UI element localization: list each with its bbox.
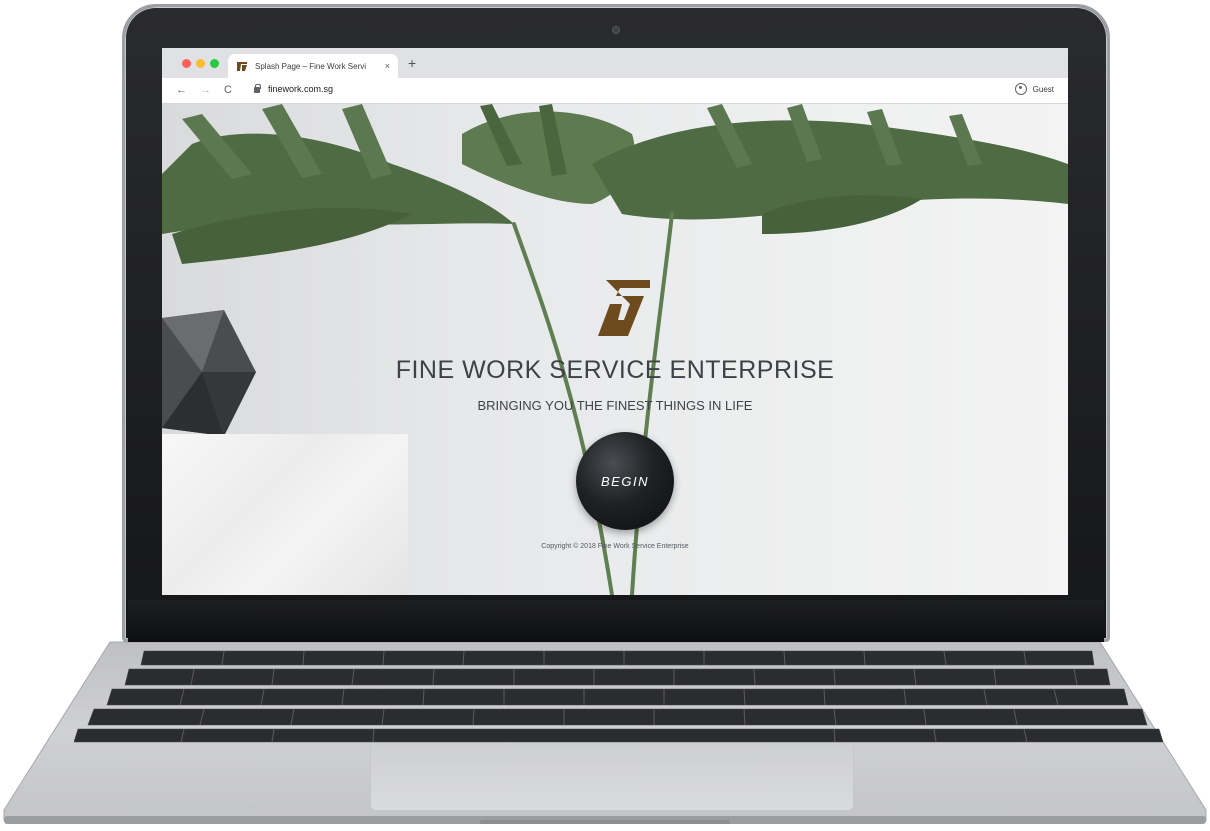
webcam [612, 26, 620, 34]
profile-label: Guest [1032, 84, 1054, 94]
laptop: Splash Page – Fine Work Servi × + ← → C … [0, 0, 1210, 831]
window-close-dot[interactable] [182, 59, 191, 68]
trackpad [370, 745, 854, 811]
guest-profile-icon [1014, 83, 1027, 95]
profile-button[interactable]: Guest [1014, 83, 1054, 95]
key-row-1 [140, 650, 1095, 666]
keyboard [74, 650, 1164, 743]
back-button[interactable]: ← [176, 83, 187, 97]
lock-icon [254, 84, 261, 93]
screen: Splash Page – Fine Work Servi × + ← → C … [162, 48, 1068, 595]
reload-button[interactable]: C [224, 83, 232, 97]
new-tab-button[interactable]: + [408, 56, 416, 70]
tab-title: Splash Page – Fine Work Servi [255, 61, 367, 71]
forward-button[interactable]: → [200, 83, 211, 97]
brand-logo [598, 280, 650, 336]
copyright-text: Copyright © 2018 Fine Work Service Enter… [541, 543, 689, 550]
page-subheadline: BRINGING YOU THE FINEST THINGS IN LIFE [477, 398, 753, 413]
window-maximize-dot[interactable] [210, 59, 219, 68]
browser-tab[interactable]: Splash Page – Fine Work Servi × [228, 54, 398, 78]
begin-button-label: BEGIN [601, 473, 649, 489]
favicon-icon [237, 61, 247, 71]
address-bar: ← → C finework.com.sg Guest [162, 78, 1068, 104]
begin-button[interactable]: BEGIN [576, 432, 674, 530]
splash-page: FINE WORK SERVICE ENTERPRISE BRINGING YO… [162, 104, 1068, 595]
screen-bezel-chin [128, 600, 1104, 642]
window-minimize-dot[interactable] [196, 59, 205, 68]
tab-close-icon[interactable]: × [385, 61, 390, 71]
browser-tab-bar: Splash Page – Fine Work Servi × + [162, 48, 1068, 78]
page-headline: FINE WORK SERVICE ENTERPRISE [395, 356, 835, 384]
url-field[interactable]: finework.com.sg [268, 84, 333, 94]
